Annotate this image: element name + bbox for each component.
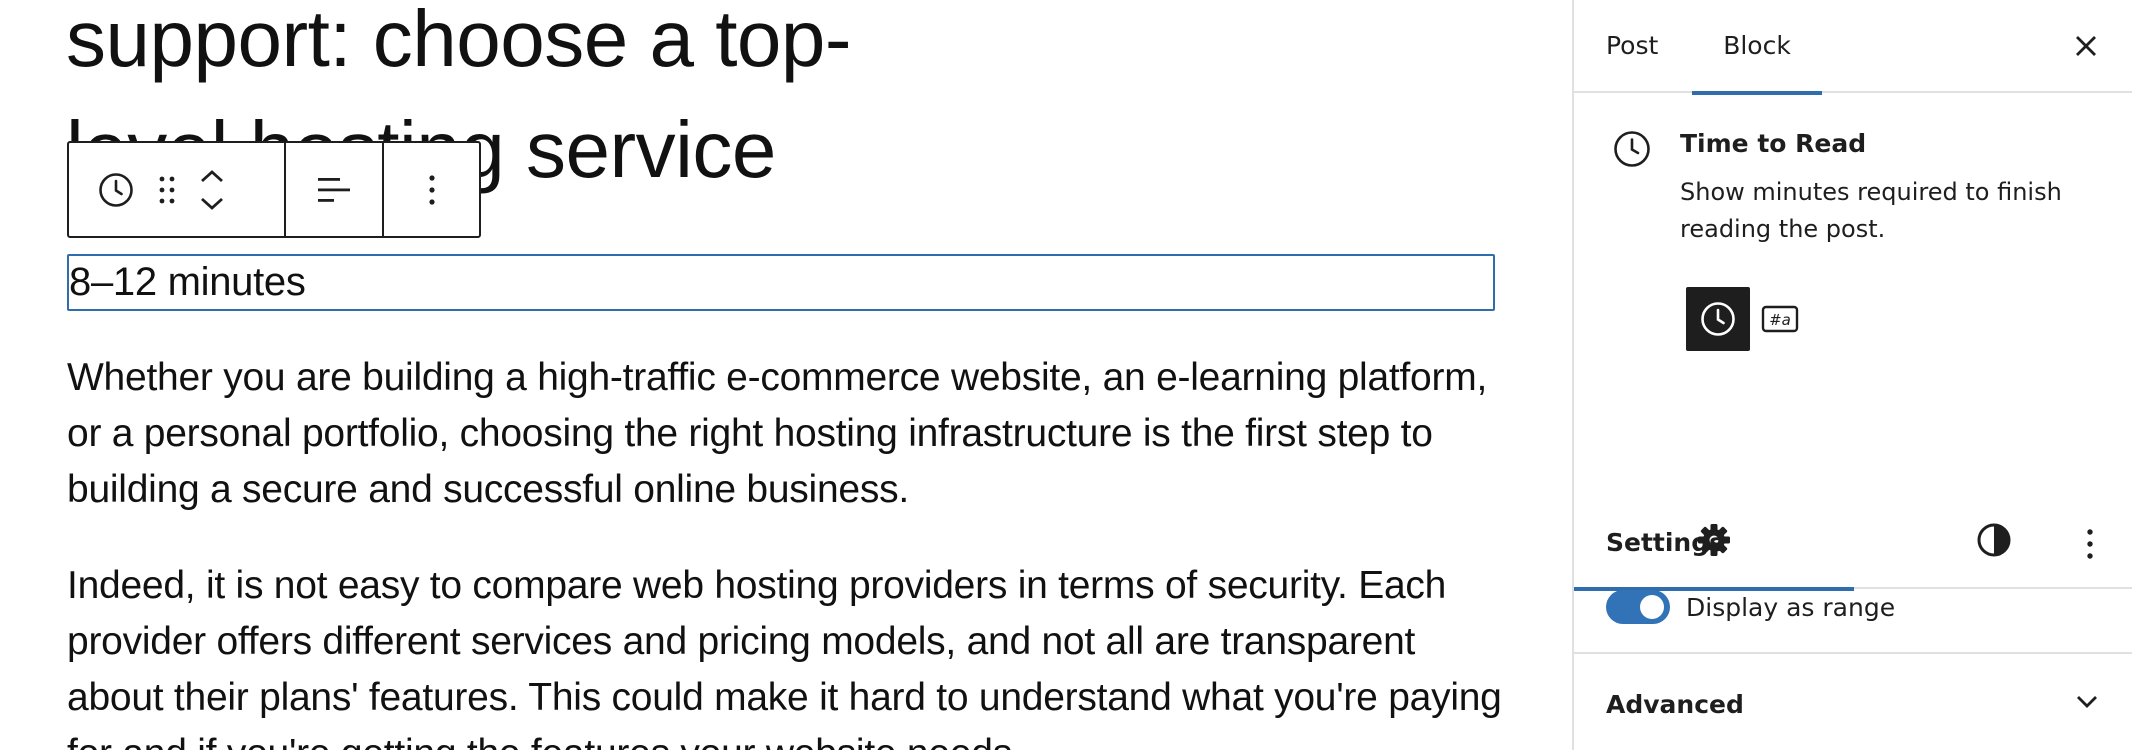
variation-hash-button[interactable]: #a — [1760, 287, 1800, 351]
hash-a-label: #a — [1769, 311, 1791, 329]
chevron-down-icon — [2074, 694, 2100, 714]
more-vertical-icon[interactable] — [2080, 526, 2100, 562]
toggle-knob — [1640, 595, 1664, 619]
toolbar-group-align — [286, 143, 384, 236]
toolbar-group-block — [69, 143, 286, 236]
tab-block[interactable]: Block — [1692, 0, 1822, 95]
display-range-row: Display as range — [1606, 590, 1895, 624]
chevron-down-icon[interactable] — [199, 196, 225, 212]
more-vertical-icon[interactable] — [427, 173, 437, 207]
time-to-read-block[interactable]: 8–12 minutes — [67, 254, 1495, 311]
align-left-icon[interactable] — [316, 174, 352, 206]
block-card-title: Time to Read — [1680, 129, 1867, 158]
tab-block-label: Block — [1723, 31, 1791, 60]
drag-handle-icon[interactable] — [157, 173, 177, 207]
editor-canvas: Security, performance and customer suppo… — [0, 0, 1572, 750]
paragraph-block[interactable]: Indeed, it is not easy to compare web ho… — [67, 558, 1507, 750]
block-toolbar — [67, 141, 481, 238]
block-card: Time to Read Show minutes required to fi… — [1574, 93, 2132, 591]
block-variations: #a — [1686, 287, 1800, 351]
settings-panel: Settings Display as range — [1574, 496, 2132, 654]
hash-a-icon: #a — [1761, 305, 1799, 333]
time-to-read-text: 8–12 minutes — [69, 260, 306, 304]
clock-icon — [1612, 129, 1652, 173]
paragraph-block[interactable]: Whether you are building a high-traffic … — [67, 350, 1507, 518]
editor-app: Security, performance and customer suppo… — [0, 0, 2132, 750]
display-range-toggle[interactable] — [1606, 590, 1670, 624]
block-mover — [199, 168, 225, 212]
block-card-description: Show minutes required to finish reading … — [1680, 178, 2062, 243]
settings-sidebar: Post Block Time to Read Show minutes req… — [1572, 0, 2132, 750]
tab-post[interactable]: Post — [1606, 0, 1658, 93]
toolbar-group-options — [384, 143, 479, 236]
variation-clock-button[interactable] — [1686, 287, 1750, 351]
settings-panel-title: Settings — [1606, 528, 1725, 557]
sidebar-header: Post Block — [1574, 0, 2132, 95]
chevron-up-icon[interactable] — [199, 168, 225, 184]
clock-icon[interactable] — [97, 171, 135, 209]
display-range-label[interactable]: Display as range — [1686, 593, 1895, 622]
advanced-panel-title: Advanced — [1606, 690, 1744, 719]
clock-icon — [1701, 302, 1735, 336]
advanced-panel-toggle[interactable]: Advanced — [1574, 654, 2132, 750]
close-icon[interactable] — [2070, 30, 2102, 62]
